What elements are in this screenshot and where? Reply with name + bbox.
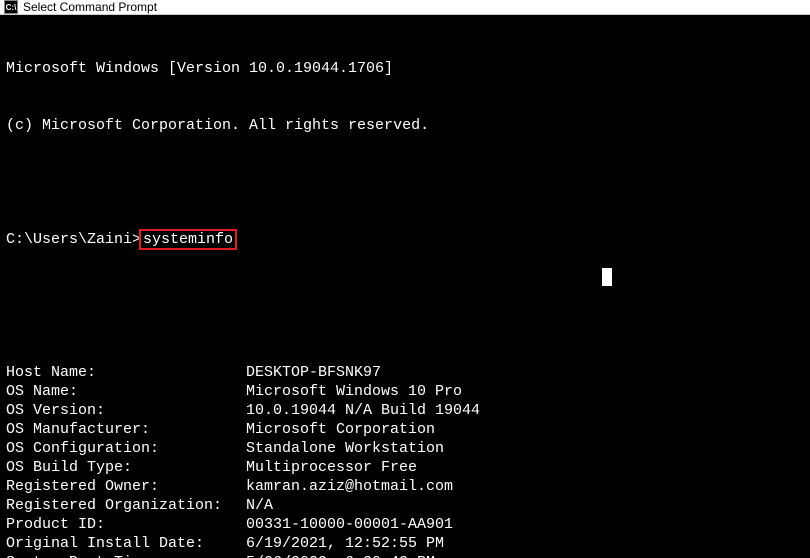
terminal-area[interactable]: Microsoft Windows [Version 10.0.19044.17…: [0, 15, 810, 558]
info-key: Host Name:: [6, 363, 246, 382]
command-prompt-window: C:\ Select Command Prompt Microsoft Wind…: [0, 0, 810, 558]
info-row: Original Install Date:6/19/2021, 12:52:5…: [6, 534, 804, 553]
info-value: Multiprocessor Free: [246, 458, 417, 477]
info-key: OS Build Type:: [6, 458, 246, 477]
info-row: OS Version:10.0.19044 N/A Build 19044: [6, 401, 804, 420]
info-value: N/A: [246, 496, 273, 515]
prompt-line: C:\Users\Zaini>systeminfo: [6, 230, 804, 249]
info-row: OS Configuration:Standalone Workstation: [6, 439, 804, 458]
info-value: kamran.aziz@hotmail.com: [246, 477, 453, 496]
info-key: Original Install Date:: [6, 534, 246, 553]
info-value: Microsoft Windows 10 Pro: [246, 382, 462, 401]
info-key: OS Version:: [6, 401, 246, 420]
info-row: Registered Organization:N/A: [6, 496, 804, 515]
info-key: Product ID:: [6, 515, 246, 534]
blank-line: [6, 173, 804, 192]
info-row: System Boot Time:5/26/2022, 6:39:43 PM: [6, 553, 804, 558]
info-value: 5/26/2022, 6:39:43 PM: [246, 553, 435, 558]
info-value: 6/19/2021, 12:52:55 PM: [246, 534, 444, 553]
prompt-path: C:\Users\Zaini>: [6, 231, 141, 248]
titlebar[interactable]: C:\ Select Command Prompt: [0, 0, 810, 15]
header-line-2: (c) Microsoft Corporation. All rights re…: [6, 116, 804, 135]
info-value: Standalone Workstation: [246, 439, 444, 458]
cmd-icon: C:\: [4, 0, 18, 14]
info-row: Product ID:00331-10000-00001-AA901: [6, 515, 804, 534]
info-row: Registered Owner:kamran.aziz@hotmail.com: [6, 477, 804, 496]
info-key: System Boot Time:: [6, 553, 246, 558]
text-cursor: [602, 268, 612, 286]
info-row: OS Build Type:Multiprocessor Free: [6, 458, 804, 477]
info-key: OS Manufacturer:: [6, 420, 246, 439]
command-text: systeminfo: [139, 229, 237, 250]
info-key: OS Name:: [6, 382, 246, 401]
info-row: Host Name:DESKTOP-BFSNK97: [6, 363, 804, 382]
info-value: 10.0.19044 N/A Build 19044: [246, 401, 480, 420]
info-key: Registered Owner:: [6, 477, 246, 496]
info-row: OS Name:Microsoft Windows 10 Pro: [6, 382, 804, 401]
info-key: Registered Organization:: [6, 496, 246, 515]
info-value: DESKTOP-BFSNK97: [246, 363, 381, 382]
header-line-1: Microsoft Windows [Version 10.0.19044.17…: [6, 59, 804, 78]
blank-line: [6, 287, 804, 306]
info-row: OS Manufacturer:Microsoft Corporation: [6, 420, 804, 439]
info-key: OS Configuration:: [6, 439, 246, 458]
info-value: Microsoft Corporation: [246, 420, 435, 439]
info-value: 00331-10000-00001-AA901: [246, 515, 453, 534]
window-title: Select Command Prompt: [23, 0, 157, 14]
